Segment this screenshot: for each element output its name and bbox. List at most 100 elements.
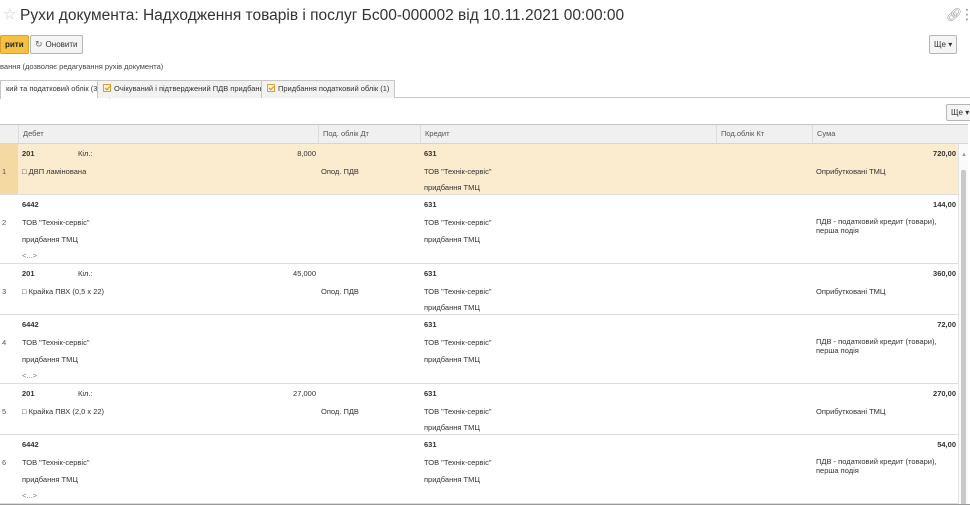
- credit-subconto-2: придбання ТМЦ: [424, 475, 480, 484]
- checkbox-icon: [267, 84, 275, 92]
- more-menu-icon[interactable]: ⋮: [960, 7, 970, 21]
- credit-subconto-1: ТОВ "Технік-сервіс": [424, 287, 492, 296]
- debit-subconto-2: придбання ТМЦ: [22, 475, 78, 484]
- tab-vat-expected[interactable]: Очікуваний і підтверджений ПДВ придбань …: [97, 80, 281, 98]
- credit-subconto-2: придбання ТМЦ: [424, 235, 480, 244]
- refresh-icon: ↻: [35, 39, 43, 49]
- sum-value: 360,00: [933, 269, 956, 278]
- header-sum[interactable]: Сума: [812, 125, 958, 144]
- credit-subconto-2: придбання ТМЦ: [424, 183, 480, 192]
- row-number: 3: [2, 287, 7, 296]
- tab-accounting[interactable]: кий та податковий облік (30): [0, 80, 111, 99]
- sum-description: Оприбутковані ТМЦ: [816, 167, 886, 176]
- debit-subconto-2: придбання ТМЦ: [22, 355, 78, 364]
- dropdown-arrow-icon: ▾: [965, 108, 970, 117]
- credit-subconto-1: ТОВ "Технік-сервіс": [424, 218, 492, 227]
- tax-dt-value: Опод. ПДВ: [321, 407, 359, 416]
- page-title: Рухи документа: Надходження товарів і по…: [20, 7, 625, 24]
- qty-value: 8,000: [297, 149, 316, 158]
- debit-subconto-3: <...>: [22, 251, 38, 260]
- tab-tax-purchases[interactable]: Придбання податковий облік (1): [261, 80, 396, 98]
- refresh-button[interactable]: ↻ Оновити: [30, 35, 83, 54]
- table-row[interactable]: 3 201 Кіл.: 45,000 □ Крайка ПВХ (0,5 х 2…: [0, 264, 958, 315]
- credit-subconto-2: придбання ТМЦ: [424, 423, 480, 432]
- qty-label: Кіл.:: [78, 149, 93, 158]
- qty-label: Кіл.:: [78, 389, 93, 398]
- favorite-star-icon[interactable]: ☆: [3, 7, 16, 23]
- credit-subconto-2: придбання ТМЦ: [424, 303, 480, 312]
- credit-subconto-1: ТОВ "Технік-сервіс": [424, 167, 492, 176]
- scroll-up-icon[interactable]: ▲: [961, 152, 967, 158]
- credit-account: 631: [424, 200, 437, 209]
- credit-subconto-2: придбання ТМЦ: [424, 355, 480, 364]
- sum-description: Оприбутковані ТМЦ: [816, 407, 886, 416]
- header-debit[interactable]: Дебет: [18, 125, 318, 144]
- tax-dt-value: Опод. ПДВ: [321, 287, 359, 296]
- sum-value: 54,00: [937, 440, 956, 449]
- debit-subconto-2: придбання ТМЦ: [22, 235, 78, 244]
- table-header: Дебет Под. облік Дт Кредит Под.облік Кт …: [0, 125, 968, 144]
- table-row[interactable]: 4 6442 ТОВ "Технік-сервіс" придбання ТМЦ…: [0, 315, 958, 384]
- dropdown-arrow-icon: ▾: [948, 40, 953, 49]
- debit-subconto-1: □ Крайка ПВХ (2,0 х 22): [22, 407, 105, 416]
- header-tax-dt[interactable]: Под. облік Дт: [318, 125, 420, 144]
- credit-account: 631: [424, 149, 437, 158]
- credit-account: 631: [424, 389, 437, 398]
- debit-subconto-1: □ Крайка ПВХ (0,5 х 22): [22, 287, 105, 296]
- debit-subconto-1: □ ДВП ламінована: [22, 167, 87, 176]
- debit-account: 201: [22, 389, 35, 398]
- row-number: 4: [2, 338, 7, 347]
- movements-table: Дебет Под. облік Дт Кредит Под.облік Кт …: [0, 124, 968, 504]
- scrollbar-thumb[interactable]: [961, 170, 966, 504]
- checkbox-icon: [103, 84, 111, 92]
- debit-subconto-1: ТОВ "Технік-сервіс": [22, 458, 90, 467]
- row-number: 6: [2, 458, 7, 467]
- credit-subconto-1: ТОВ "Технік-сервіс": [424, 458, 492, 467]
- debit-account: 201: [22, 269, 35, 278]
- credit-subconto-1: ТОВ "Технік-сервіс": [424, 407, 492, 416]
- qty-value: 45,000: [293, 269, 316, 278]
- sum-value: 72,00: [937, 320, 956, 329]
- qty-label: Кіл.:: [78, 269, 93, 278]
- table-row[interactable]: 2 6442 ТОВ "Технік-сервіс" придбання ТМЦ…: [0, 195, 958, 264]
- vertical-scrollbar[interactable]: ▲: [958, 144, 968, 504]
- sum-description: Оприбутковані ТМЦ: [816, 287, 886, 296]
- header-tax-kt[interactable]: Под.облік Кт: [716, 125, 812, 144]
- table-row[interactable]: 5 201 Кіл.: 27,000 □ Крайка ПВХ (2,0 х 2…: [0, 384, 958, 435]
- credit-account: 631: [424, 269, 437, 278]
- tax-dt-value: Опод. ПДВ: [321, 167, 359, 176]
- table-row[interactable]: 1 201 Кіл.: 8,000 □ ДВП ламінована Опод.…: [0, 144, 958, 195]
- debit-subconto-1: ТОВ "Технік-сервіс": [22, 218, 90, 227]
- close-button[interactable]: рити: [0, 35, 29, 54]
- header-credit[interactable]: Кредит: [420, 125, 716, 144]
- debit-subconto-3: <...>: [22, 491, 38, 500]
- row-number: 2: [2, 218, 7, 227]
- sum-description: ПДВ - податковий кредит (товари), перша …: [816, 337, 937, 355]
- debit-account: 6442: [22, 320, 39, 329]
- sum-value: 720,00: [933, 149, 956, 158]
- debit-account: 201: [22, 149, 35, 158]
- grid-more-button[interactable]: Ще ▾: [946, 104, 970, 121]
- movements-window: ☆ Рухи документа: Надходження товарів і …: [0, 0, 970, 505]
- qty-value: 27,000: [293, 389, 316, 398]
- row-number: 1: [2, 167, 7, 176]
- debit-account: 6442: [22, 200, 39, 209]
- sum-description: ПДВ - податковий кредит (товари), перша …: [816, 217, 937, 235]
- sum-description: ПДВ - податковий кредит (товари), перша …: [816, 457, 937, 475]
- credit-account: 631: [424, 440, 437, 449]
- more-button[interactable]: Ще ▾: [929, 35, 958, 54]
- sum-value: 270,00: [933, 389, 956, 398]
- edit-mode-hint: вання (дозволяє редагування рухів докуме…: [0, 62, 164, 71]
- credit-subconto-1: ТОВ "Технік-сервіс": [424, 338, 492, 347]
- header-number: [0, 125, 18, 144]
- sum-value: 144,00: [933, 200, 956, 209]
- table-row[interactable]: 6 6442 ТОВ "Технік-сервіс" придбання ТМЦ…: [0, 435, 958, 504]
- credit-account: 631: [424, 320, 437, 329]
- debit-subconto-1: ТОВ "Технік-сервіс": [22, 338, 90, 347]
- debit-subconto-3: <...>: [22, 371, 38, 380]
- row-number: 5: [2, 407, 7, 416]
- tabs-bar: кий та податковий облік (30) Очікуваний …: [0, 78, 970, 99]
- title-bar: ☆ Рухи документа: Надходження товарів і …: [0, 2, 970, 28]
- debit-account: 6442: [22, 440, 39, 449]
- table-body: 1 201 Кіл.: 8,000 □ ДВП ламінована Опод.…: [0, 144, 968, 504]
